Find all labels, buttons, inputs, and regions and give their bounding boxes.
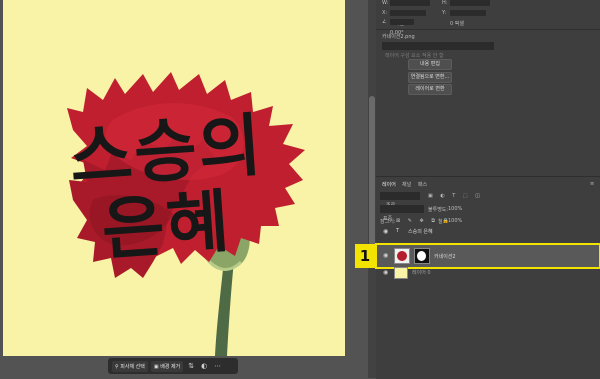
layer-filter-select[interactable]: 종류 [380,192,420,209]
divider [376,29,600,30]
linked-file-name: 카네이션2.png [382,34,415,40]
visibility-eye-icon[interactable]: ◉ [383,252,388,259]
remove-background-button[interactable]: ▣ 배경 제거 [150,360,184,372]
tab-paths[interactable]: 패스 [418,181,427,188]
layer-row-text[interactable]: ◉ T 스승의 은혜 [376,224,600,239]
annotation-badge: 1 [355,244,375,268]
opacity-label: 불투명도: [428,207,449,213]
contextual-taskbar: ⚲ 피사체 선택 ▣ 배경 제거 ⇅ ◐ ⋯ [108,358,238,374]
adjust-icon[interactable]: ⇅ [186,362,196,370]
document-canvas[interactable]: 스승의 은혜 [3,0,345,356]
visibility-eye-icon[interactable]: ◉ [383,269,388,276]
panel-menu-icon[interactable]: ≡ [590,181,594,187]
vertical-scrollbar[interactable] [368,0,376,378]
opacity-value[interactable]: 100% [448,206,462,212]
select-subject-label: 피사체 선택 [120,363,145,370]
layer-row-background[interactable]: ◉ 레이어 0 [376,265,600,280]
convert-to-linked-button[interactable]: 연결됨으로 변환... [408,72,452,83]
layer-thumbnail [394,267,408,279]
layer-name: 카네이션2 [434,254,456,260]
x-field[interactable]: 0 픽셀 [390,10,426,27]
y-field[interactable]: 0 픽셀 [450,10,486,27]
edit-contents-button[interactable]: 내용 편집 [408,59,452,70]
tab-channels[interactable]: 채널 [402,181,411,188]
layer-mask-thumbnail[interactable] [414,248,430,264]
image-icon: ▣ [153,363,159,370]
width-field[interactable]: 10630 픽셀 [390,0,430,17]
height-label: H: [442,0,448,6]
layer-thumbnail [394,248,410,264]
width-label: W: [382,0,389,6]
right-panel: W: 10630 픽셀 H: 10630 픽셀 X: 0 픽셀 Y: 0 픽셀 … [375,0,600,379]
x-label: X: [382,10,388,16]
filter-icons[interactable]: ▣ ◐ T ⬚ ◫ [428,193,483,199]
visibility-eye-icon[interactable]: ◉ [383,228,388,235]
remove-background-label: 배경 제거 [160,363,181,370]
layer-name: 레이어 0 [412,270,431,276]
tab-layers[interactable]: 레이어 [382,181,396,188]
angle-field[interactable]: 0.00° [390,19,414,36]
layer-name: 스승의 은혜 [408,229,433,235]
y-value: 0 픽셀 [450,21,464,27]
text-layer-icon: T [396,228,400,234]
convert-to-layers-button[interactable]: 레이어로 변환 [408,84,452,95]
angle-icon: ∠ [382,19,387,25]
blend-mode-select[interactable]: 표준 [380,205,424,222]
scrollbar-thumb[interactable] [369,96,375,266]
select-subject-button[interactable]: ⚲ 피사체 선택 [112,360,148,372]
person-icon: ⚲ [115,363,119,370]
height-field[interactable]: 10630 픽셀 [450,0,490,17]
layer-comp-select[interactable]: 레이어 구성 요소 적용 안 함 [382,42,494,59]
canvas-area[interactable]: 스승의 은혜 ⚲ 피사체 선택 ▣ 배경 제거 ⇅ ◐ ⋯ [0,0,368,378]
circle-half-icon[interactable]: ◐ [199,362,209,370]
y-label: Y: [442,10,447,16]
more-icon[interactable]: ⋯ [212,362,223,370]
